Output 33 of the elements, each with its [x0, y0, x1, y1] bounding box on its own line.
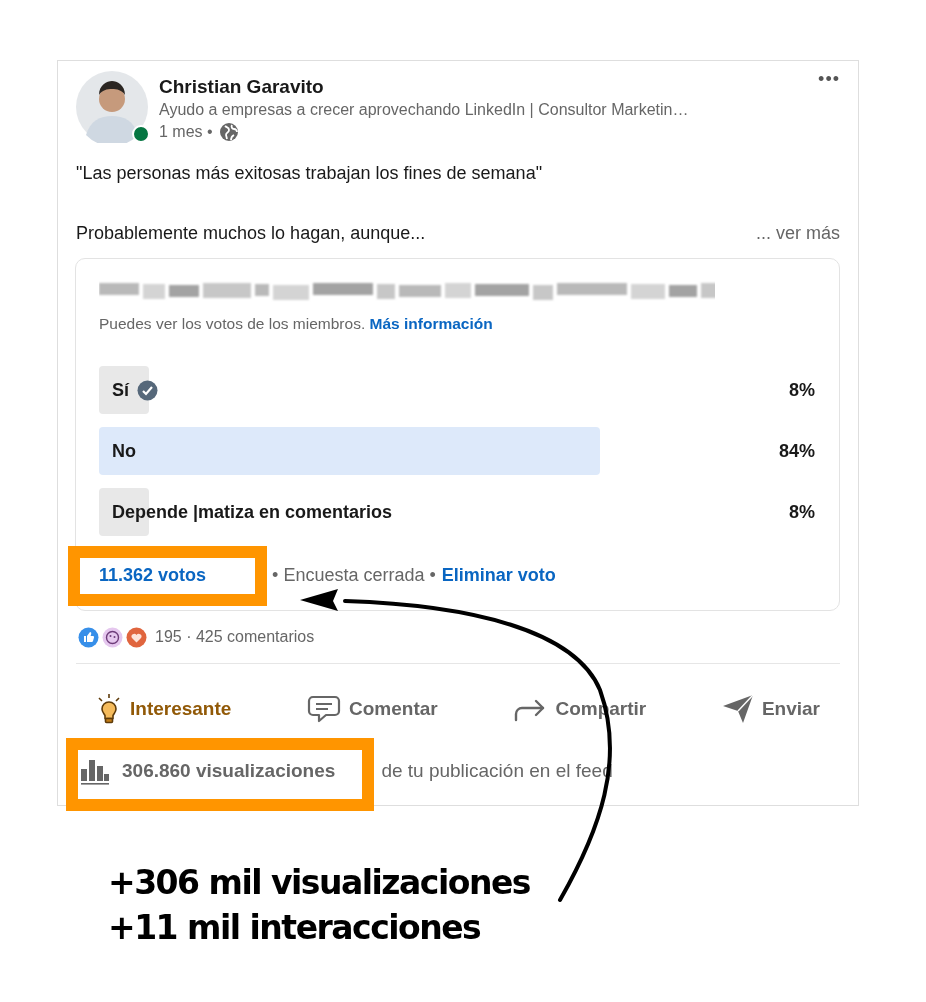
poll-visibility-note: Puedes ver los votos de los miembros.: [99, 315, 367, 332]
post-views-count[interactable]: 306.860 visualizaciones: [122, 760, 336, 782]
annotation-text: +306 mil visualizaciones: [108, 862, 530, 904]
like-reaction-icon: [78, 626, 99, 648]
lightbulb-icon: [96, 693, 122, 725]
reactions-comments-count[interactable]: 195 · 425 comentarios: [155, 628, 315, 646]
speech-bubble-icon: [307, 694, 342, 724]
poll-percentage: 84%: [778, 440, 815, 462]
poll-percentage: 8%: [789, 501, 815, 523]
poll-option-label: Depende |matiza en comentarios: [112, 501, 393, 523]
poll-option-label: No: [112, 440, 136, 462]
author-name[interactable]: Christian Garavito: [159, 75, 689, 99]
poll-option-label: Sí: [112, 379, 129, 401]
post-text: Probablemente muchos lo hagan, aunque...: [76, 222, 426, 245]
post-time: 1 mes •: [159, 122, 213, 142]
comment-button[interactable]: Comentar: [307, 689, 438, 729]
remove-vote-link[interactable]: Eliminar voto: [441, 562, 556, 588]
more-info-link[interactable]: Más información: [369, 315, 493, 332]
post-text: "Las personas más exitosas trabajan los fines de semana": [76, 162, 544, 185]
globe-icon: [218, 122, 239, 142]
paper-plane-icon: [721, 694, 754, 724]
love-reaction-icon: [126, 626, 147, 648]
poll-percentage: 8%: [789, 379, 815, 401]
see-more-link[interactable]: ... ver más: [756, 221, 840, 245]
more-options-button[interactable]: •••: [818, 69, 840, 90]
insightful-button[interactable]: Interesante: [96, 689, 232, 729]
annotation-text: +11 mil interacciones: [108, 907, 482, 949]
bar-chart-icon: [80, 757, 110, 785]
author-headline: Ayudo a empresas a crecer aprovechando LinkedIn | Consultor Marketin…: [159, 100, 689, 120]
votes-link[interactable]: 11.362 votos: [99, 562, 207, 588]
support-reaction-icon: [102, 626, 123, 648]
poll-status: • Encuesta cerrada •: [272, 564, 436, 587]
send-button[interactable]: Enviar: [721, 689, 820, 729]
